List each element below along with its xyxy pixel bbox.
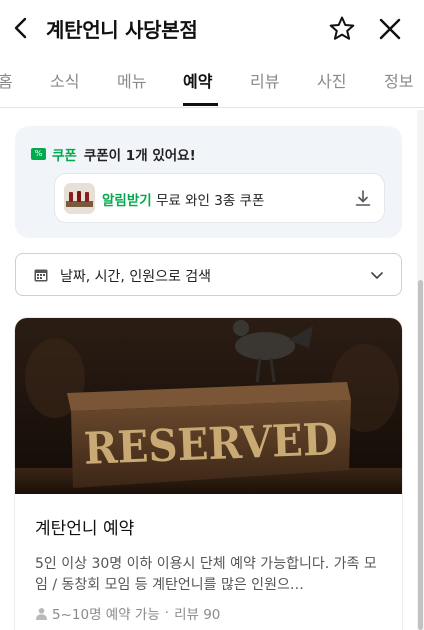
close-icon xyxy=(379,18,401,40)
card-description: 5인 이상 30명 이하 이용시 단체 예약 가능합니다. 가족 모임 / 동창… xyxy=(35,556,377,593)
tab-home[interactable]: 홈 xyxy=(0,68,13,92)
coupon-download-button[interactable] xyxy=(353,188,373,208)
coupon-count-text: 쿠폰이 1개 있어요! xyxy=(83,148,196,164)
coupon-card[interactable]: 알림받기 무료 와인 3종 쿠폰 xyxy=(54,173,385,223)
tab-news[interactable]: 소식 xyxy=(50,68,79,92)
reservation-search-select[interactable]: 날짜, 시간, 인원으로 검색 xyxy=(15,253,402,296)
coupon-description: 알림받기 무료 와인 3종 쿠폰 xyxy=(102,189,264,209)
back-arrow-icon xyxy=(14,17,27,39)
person-icon xyxy=(36,607,47,620)
header: 계탄언니 사당본점 xyxy=(0,0,424,58)
review-count: 리뷰 90 xyxy=(174,607,221,623)
tab-reservation[interactable]: 예약 xyxy=(183,68,212,92)
coupon-header: % 쿠폰 쿠폰이 1개 있어요! xyxy=(31,144,196,164)
page-title: 계탄언니 사당본점 xyxy=(46,18,198,42)
coupon-thumbnail xyxy=(64,183,95,214)
close-button[interactable] xyxy=(376,15,404,43)
favorite-button[interactable] xyxy=(328,15,356,43)
reserved-sign-image: RESERVED xyxy=(15,318,402,494)
reserved-sign-text: RESERVED xyxy=(83,414,339,475)
tab-bar: 홈 소식 메뉴 예약 리뷰 사진 정보 xyxy=(0,58,424,108)
tab-info[interactable]: 정보 xyxy=(384,68,413,92)
chevron-down-icon xyxy=(371,272,383,279)
star-icon xyxy=(329,16,355,40)
meta-separator: · xyxy=(164,605,170,621)
calendar-icon xyxy=(34,269,48,282)
coupon-label: 쿠폰 xyxy=(52,148,77,164)
coupon-title: 무료 와인 3종 쿠폰 xyxy=(151,193,265,209)
coupon-section: % 쿠폰 쿠폰이 1개 있어요! 알림받기 무료 와인 3종 쿠폰 xyxy=(15,126,402,238)
capacity-text: 5~10명 예약 가능 xyxy=(52,607,160,623)
percent-badge-icon: % xyxy=(31,148,46,160)
tab-photos[interactable]: 사진 xyxy=(317,68,346,92)
coupon-alert-label: 알림받기 xyxy=(102,193,152,209)
search-placeholder: 날짜, 시간, 인원으로 검색 xyxy=(60,269,212,285)
tab-reviews[interactable]: 리뷰 xyxy=(250,68,279,92)
scrollbar-thumb[interactable] xyxy=(418,280,423,630)
download-icon xyxy=(355,190,371,206)
card-title: 계탄언니 예약 xyxy=(35,519,135,539)
active-tab-indicator xyxy=(183,103,218,106)
card-meta: 5~10명 예약 가능 · 리뷰 90 xyxy=(35,603,220,623)
reservation-card[interactable]: RESERVED 계탄언니 예약 5인 이상 30명 이하 이용시 단체 예약 … xyxy=(15,318,402,630)
page: 계탄언니 사당본점 홈 소식 메뉴 예약 리뷰 사진 정보 % 쿠폰 쿠폰이 1… xyxy=(0,0,424,630)
tab-menu[interactable]: 메뉴 xyxy=(117,68,146,92)
back-button[interactable] xyxy=(10,14,34,42)
